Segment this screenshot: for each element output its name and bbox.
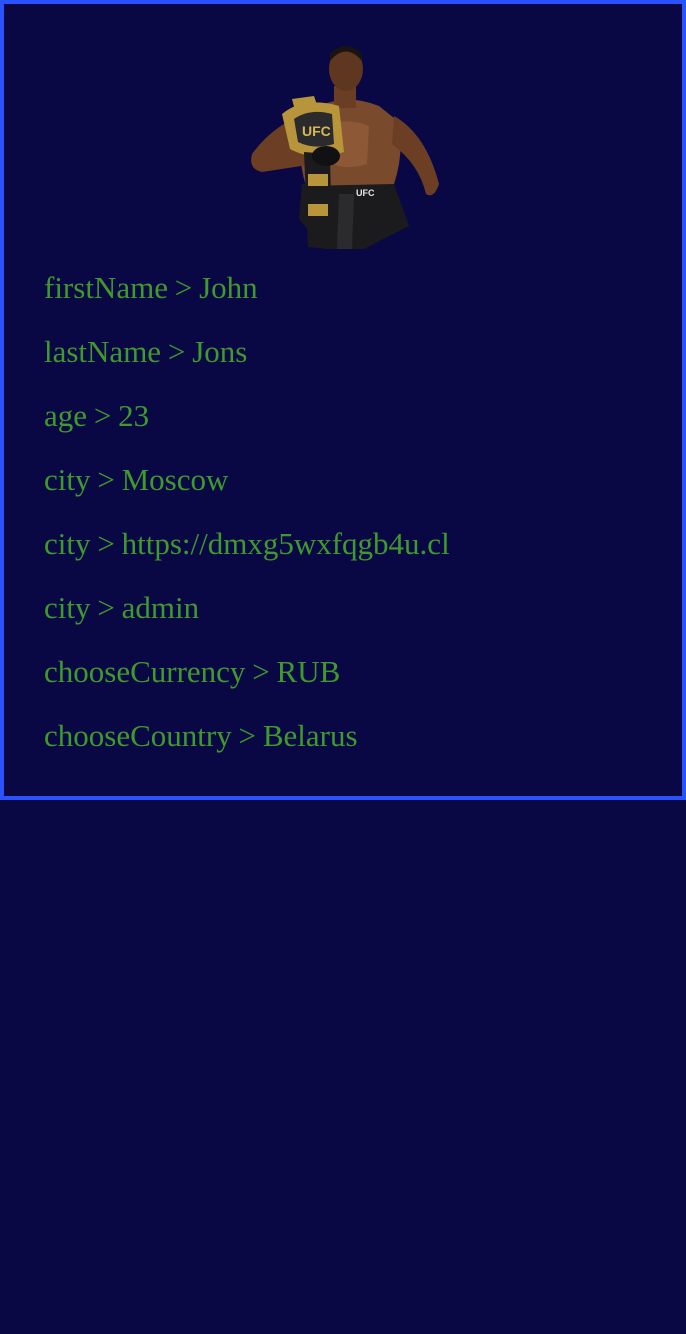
separator: >: [238, 718, 256, 753]
svg-text:UFC: UFC: [356, 188, 375, 198]
field-key: city: [44, 462, 91, 497]
avatar: UFC UFC: [244, 44, 444, 249]
field-first-name: firstName > John: [44, 266, 464, 330]
field-city-url: city > https://dmxg5wxfqgb4u.cl: [44, 522, 464, 586]
field-country: chooseCountry > Belarus: [44, 714, 464, 778]
fighter-photo: UFC UFC: [251, 46, 439, 249]
field-last-name: lastName > Jons: [44, 330, 464, 394]
field-age: age >23: [44, 394, 464, 458]
separator: >: [93, 398, 112, 433]
field-value: https://dmxg5wxfqgb4u.cl: [121, 526, 450, 561]
profile-card: UFC UFC firstName > John lastName > Jons age…: [0, 0, 686, 800]
field-key: chooseCountry: [44, 718, 232, 753]
profile-fields: firstName > John lastName > Jons age >23 city…: [44, 266, 464, 778]
separator: >: [97, 462, 115, 497]
field-value: 23: [118, 398, 150, 433]
field-key: city: [44, 590, 91, 625]
field-value: Belarus: [262, 718, 358, 753]
field-currency: chooseCurrency > RUB: [44, 650, 464, 714]
field-key: lastName: [44, 334, 162, 369]
field-key: firstName: [44, 270, 168, 305]
field-key: age: [44, 398, 88, 433]
svg-text:UFC: UFC: [302, 123, 331, 139]
separator: >: [167, 334, 186, 369]
field-value: admin: [121, 590, 200, 625]
field-city: city > Moscow: [44, 458, 464, 522]
field-key: chooseCurrency: [44, 654, 246, 689]
field-city-admin: city > admin: [44, 586, 464, 650]
separator: >: [174, 270, 193, 305]
field-value: RUB: [276, 654, 341, 689]
separator: >: [252, 654, 270, 689]
separator: >: [97, 526, 115, 561]
field-value: John: [199, 270, 258, 305]
field-key: city: [44, 526, 91, 561]
separator: >: [97, 590, 115, 625]
field-value: Moscow: [121, 462, 229, 497]
field-value: Jons: [192, 334, 248, 369]
